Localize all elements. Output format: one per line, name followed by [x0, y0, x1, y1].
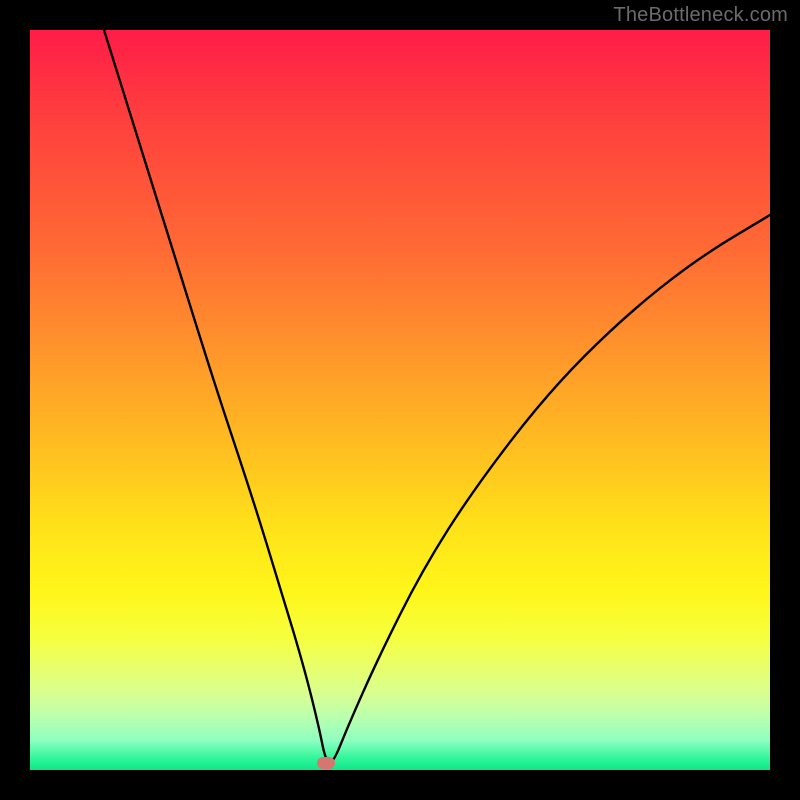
- bottleneck-curve: [30, 30, 770, 770]
- plot-area: [30, 30, 770, 770]
- chart-frame: TheBottleneck.com: [0, 0, 800, 800]
- watermark-text: TheBottleneck.com: [613, 4, 788, 27]
- optimum-marker: [317, 757, 335, 769]
